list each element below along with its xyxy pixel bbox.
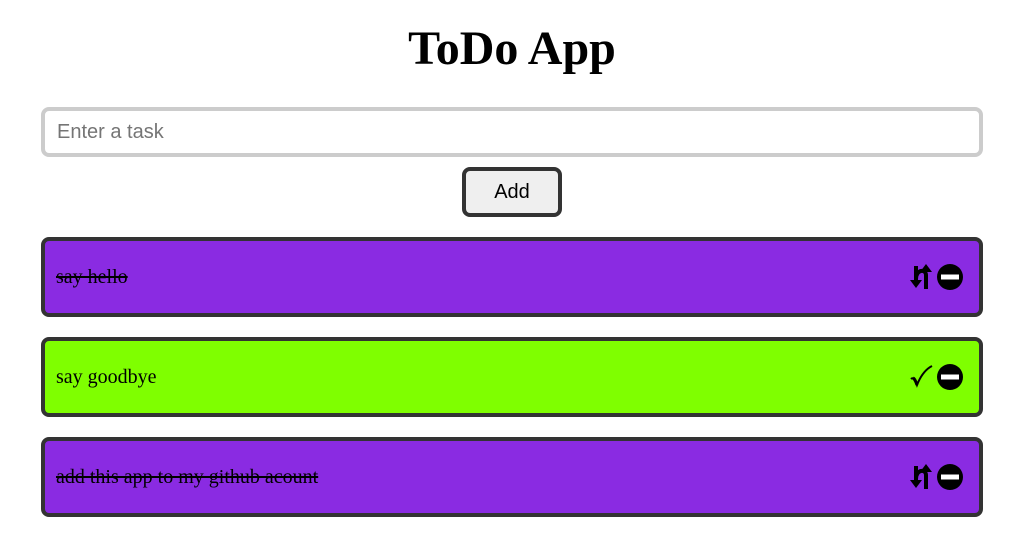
task-input[interactable] — [41, 107, 983, 157]
task-text[interactable]: add this app to my github acount — [56, 466, 907, 489]
task-actions — [907, 263, 964, 291]
remove-circle-icon[interactable] — [936, 363, 964, 391]
check-mark-icon[interactable] — [907, 363, 935, 391]
task-actions — [907, 463, 964, 491]
remove-circle-icon[interactable] — [936, 263, 964, 291]
task-text[interactable]: say goodbye — [56, 366, 907, 389]
task-item: say hello — [41, 237, 983, 317]
remove-circle-icon[interactable] — [936, 463, 964, 491]
undo-arrows-icon[interactable] — [907, 263, 935, 291]
task-text[interactable]: say hello — [56, 266, 907, 289]
page-title: ToDo App — [408, 22, 616, 75]
add-task-button[interactable]: Add — [462, 167, 562, 217]
task-item: say goodbye — [41, 337, 983, 417]
task-item: add this app to my github acount — [41, 437, 983, 517]
undo-arrows-icon[interactable] — [907, 463, 935, 491]
task-actions — [907, 363, 964, 391]
